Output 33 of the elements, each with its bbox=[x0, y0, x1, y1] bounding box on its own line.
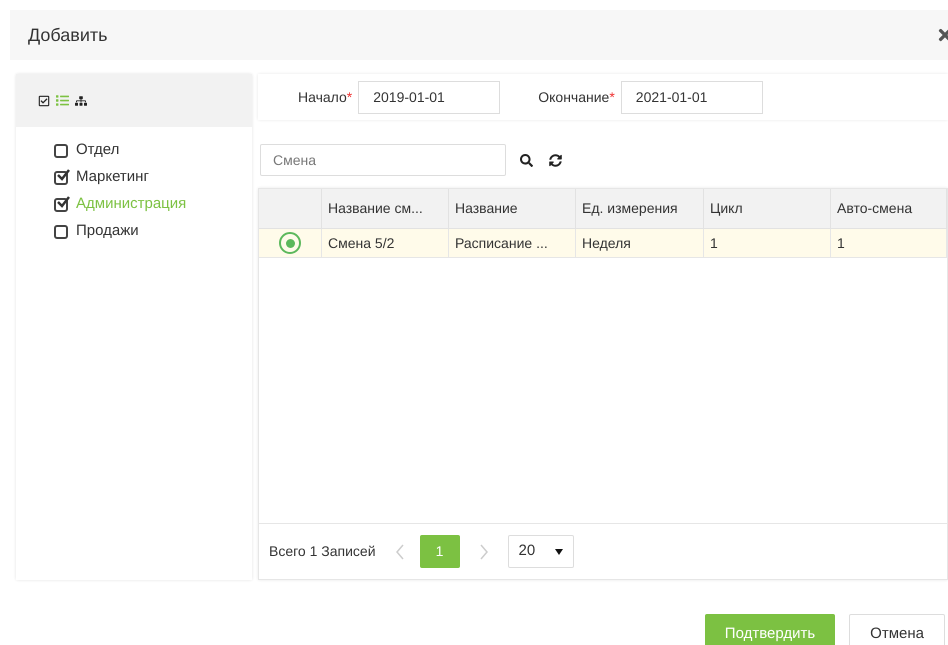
table-cell: Неделя bbox=[576, 229, 704, 257]
table-cell: 1 bbox=[704, 229, 831, 257]
checked-checkbox[interactable] bbox=[54, 170, 68, 184]
total-records: Всего 1 Записей bbox=[269, 542, 376, 561]
end-date-field[interactable]: 2021-01-01 bbox=[620, 80, 763, 114]
hierarchy-icon[interactable] bbox=[75, 94, 87, 106]
column-header: Авто-смена bbox=[831, 189, 947, 228]
end-label: Окончание* bbox=[538, 88, 615, 106]
column-header: Название см... bbox=[322, 189, 449, 228]
page-size-select[interactable]: 20 bbox=[508, 535, 574, 568]
column-header: Название bbox=[449, 189, 576, 228]
checkbox[interactable] bbox=[54, 224, 68, 238]
checked-checkbox[interactable] bbox=[54, 198, 68, 212]
checkbox[interactable] bbox=[54, 144, 68, 158]
department-label[interactable]: Маркетинг bbox=[76, 166, 149, 189]
table-row[interactable]: Смена 5/2 Расписание ... Неделя 1 1 bbox=[259, 229, 947, 258]
start-label: Начало* bbox=[298, 88, 352, 106]
search-field[interactable]: Смена bbox=[260, 144, 506, 176]
table-cell: Смена 5/2 bbox=[322, 229, 449, 257]
radio-button[interactable] bbox=[279, 232, 301, 254]
dialog-title: Добавить bbox=[28, 24, 108, 47]
checkbox-icon[interactable] bbox=[38, 94, 50, 106]
column-header: Ед. измерения bbox=[576, 189, 704, 228]
start-date-field[interactable]: 2019-01-01 bbox=[358, 80, 500, 114]
search-icon[interactable] bbox=[520, 154, 533, 166]
department-label[interactable]: Продажи bbox=[76, 220, 139, 243]
table-cell: Расписание ... bbox=[449, 229, 576, 257]
refresh-icon[interactable] bbox=[549, 154, 562, 166]
table-cell: 1 bbox=[831, 229, 947, 257]
dropdown-icon bbox=[554, 548, 563, 554]
column-header: Цикл bbox=[704, 189, 831, 228]
department-label[interactable]: Отдел bbox=[76, 139, 120, 162]
cancel-button[interactable]: Отмена bbox=[849, 614, 945, 645]
